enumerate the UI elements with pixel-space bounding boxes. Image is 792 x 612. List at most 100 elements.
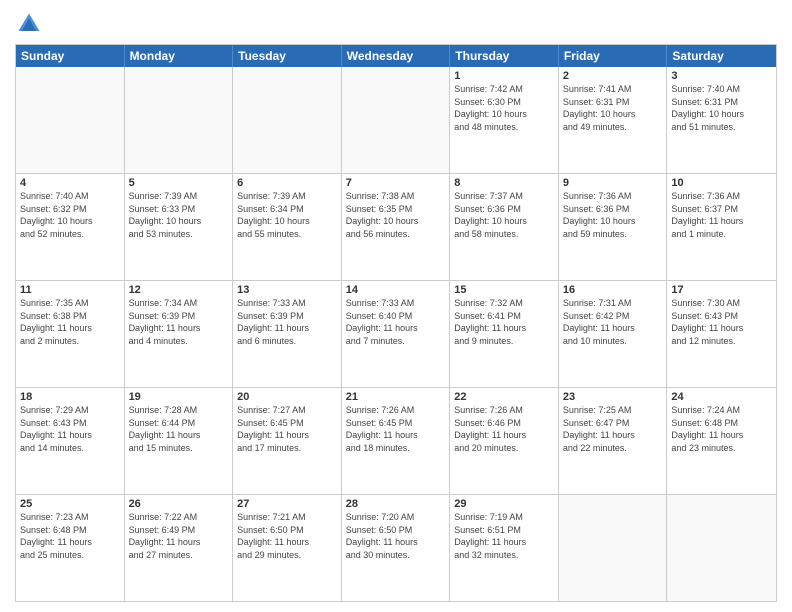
- cal-day-20: 20Sunrise: 7:27 AM Sunset: 6:45 PM Dayli…: [233, 388, 342, 494]
- day-number: 15: [454, 284, 554, 296]
- day-number: 29: [454, 498, 554, 510]
- day-info: Sunrise: 7:26 AM Sunset: 6:46 PM Dayligh…: [454, 404, 554, 454]
- day-number: 6: [237, 177, 337, 189]
- day-number: 9: [563, 177, 663, 189]
- day-info: Sunrise: 7:33 AM Sunset: 6:39 PM Dayligh…: [237, 297, 337, 347]
- cal-day-21: 21Sunrise: 7:26 AM Sunset: 6:45 PM Dayli…: [342, 388, 451, 494]
- cal-empty-0-1: [125, 67, 234, 173]
- day-info: Sunrise: 7:40 AM Sunset: 6:31 PM Dayligh…: [671, 83, 772, 133]
- day-info: Sunrise: 7:40 AM Sunset: 6:32 PM Dayligh…: [20, 190, 120, 240]
- cal-day-18: 18Sunrise: 7:29 AM Sunset: 6:43 PM Dayli…: [16, 388, 125, 494]
- header: [15, 10, 777, 38]
- day-number: 10: [671, 177, 772, 189]
- cal-header-friday: Friday: [559, 45, 668, 67]
- cal-day-2: 2Sunrise: 7:41 AM Sunset: 6:31 PM Daylig…: [559, 67, 668, 173]
- day-info: Sunrise: 7:24 AM Sunset: 6:48 PM Dayligh…: [671, 404, 772, 454]
- cal-week-0: 1Sunrise: 7:42 AM Sunset: 6:30 PM Daylig…: [16, 67, 776, 173]
- day-info: Sunrise: 7:26 AM Sunset: 6:45 PM Dayligh…: [346, 404, 446, 454]
- day-info: Sunrise: 7:23 AM Sunset: 6:48 PM Dayligh…: [20, 511, 120, 561]
- cal-day-10: 10Sunrise: 7:36 AM Sunset: 6:37 PM Dayli…: [667, 174, 776, 280]
- cal-day-27: 27Sunrise: 7:21 AM Sunset: 6:50 PM Dayli…: [233, 495, 342, 601]
- day-info: Sunrise: 7:19 AM Sunset: 6:51 PM Dayligh…: [454, 511, 554, 561]
- cal-week-2: 11Sunrise: 7:35 AM Sunset: 6:38 PM Dayli…: [16, 280, 776, 387]
- cal-day-17: 17Sunrise: 7:30 AM Sunset: 6:43 PM Dayli…: [667, 281, 776, 387]
- day-number: 28: [346, 498, 446, 510]
- day-info: Sunrise: 7:37 AM Sunset: 6:36 PM Dayligh…: [454, 190, 554, 240]
- day-info: Sunrise: 7:20 AM Sunset: 6:50 PM Dayligh…: [346, 511, 446, 561]
- cal-empty-0-3: [342, 67, 451, 173]
- day-info: Sunrise: 7:22 AM Sunset: 6:49 PM Dayligh…: [129, 511, 229, 561]
- cal-day-23: 23Sunrise: 7:25 AM Sunset: 6:47 PM Dayli…: [559, 388, 668, 494]
- day-number: 14: [346, 284, 446, 296]
- day-number: 1: [454, 70, 554, 82]
- day-info: Sunrise: 7:27 AM Sunset: 6:45 PM Dayligh…: [237, 404, 337, 454]
- cal-header-tuesday: Tuesday: [233, 45, 342, 67]
- day-info: Sunrise: 7:39 AM Sunset: 6:33 PM Dayligh…: [129, 190, 229, 240]
- cal-header-sunday: Sunday: [16, 45, 125, 67]
- day-info: Sunrise: 7:34 AM Sunset: 6:39 PM Dayligh…: [129, 297, 229, 347]
- day-number: 18: [20, 391, 120, 403]
- logo-icon: [15, 10, 43, 38]
- cal-day-29: 29Sunrise: 7:19 AM Sunset: 6:51 PM Dayli…: [450, 495, 559, 601]
- cal-week-3: 18Sunrise: 7:29 AM Sunset: 6:43 PM Dayli…: [16, 387, 776, 494]
- day-number: 11: [20, 284, 120, 296]
- cal-week-1: 4Sunrise: 7:40 AM Sunset: 6:32 PM Daylig…: [16, 173, 776, 280]
- cal-header-saturday: Saturday: [667, 45, 776, 67]
- day-info: Sunrise: 7:42 AM Sunset: 6:30 PM Dayligh…: [454, 83, 554, 133]
- cal-header-wednesday: Wednesday: [342, 45, 451, 67]
- day-info: Sunrise: 7:21 AM Sunset: 6:50 PM Dayligh…: [237, 511, 337, 561]
- day-number: 26: [129, 498, 229, 510]
- day-info: Sunrise: 7:35 AM Sunset: 6:38 PM Dayligh…: [20, 297, 120, 347]
- cal-day-24: 24Sunrise: 7:24 AM Sunset: 6:48 PM Dayli…: [667, 388, 776, 494]
- cal-day-25: 25Sunrise: 7:23 AM Sunset: 6:48 PM Dayli…: [16, 495, 125, 601]
- cal-day-11: 11Sunrise: 7:35 AM Sunset: 6:38 PM Dayli…: [16, 281, 125, 387]
- day-info: Sunrise: 7:36 AM Sunset: 6:37 PM Dayligh…: [671, 190, 772, 240]
- day-info: Sunrise: 7:25 AM Sunset: 6:47 PM Dayligh…: [563, 404, 663, 454]
- calendar-header-row: SundayMondayTuesdayWednesdayThursdayFrid…: [16, 45, 776, 67]
- day-number: 13: [237, 284, 337, 296]
- cal-day-1: 1Sunrise: 7:42 AM Sunset: 6:30 PM Daylig…: [450, 67, 559, 173]
- cal-week-4: 25Sunrise: 7:23 AM Sunset: 6:48 PM Dayli…: [16, 494, 776, 601]
- cal-header-thursday: Thursday: [450, 45, 559, 67]
- day-number: 12: [129, 284, 229, 296]
- day-number: 17: [671, 284, 772, 296]
- day-number: 7: [346, 177, 446, 189]
- cal-day-6: 6Sunrise: 7:39 AM Sunset: 6:34 PM Daylig…: [233, 174, 342, 280]
- day-info: Sunrise: 7:28 AM Sunset: 6:44 PM Dayligh…: [129, 404, 229, 454]
- day-number: 16: [563, 284, 663, 296]
- calendar-body: 1Sunrise: 7:42 AM Sunset: 6:30 PM Daylig…: [16, 67, 776, 601]
- day-info: Sunrise: 7:36 AM Sunset: 6:36 PM Dayligh…: [563, 190, 663, 240]
- cal-day-4: 4Sunrise: 7:40 AM Sunset: 6:32 PM Daylig…: [16, 174, 125, 280]
- cal-empty-0-0: [16, 67, 125, 173]
- day-number: 27: [237, 498, 337, 510]
- cal-day-9: 9Sunrise: 7:36 AM Sunset: 6:36 PM Daylig…: [559, 174, 668, 280]
- day-info: Sunrise: 7:33 AM Sunset: 6:40 PM Dayligh…: [346, 297, 446, 347]
- day-number: 8: [454, 177, 554, 189]
- day-info: Sunrise: 7:29 AM Sunset: 6:43 PM Dayligh…: [20, 404, 120, 454]
- cal-day-22: 22Sunrise: 7:26 AM Sunset: 6:46 PM Dayli…: [450, 388, 559, 494]
- day-number: 19: [129, 391, 229, 403]
- cal-day-14: 14Sunrise: 7:33 AM Sunset: 6:40 PM Dayli…: [342, 281, 451, 387]
- page: SundayMondayTuesdayWednesdayThursdayFrid…: [0, 0, 792, 612]
- day-number: 21: [346, 391, 446, 403]
- cal-day-8: 8Sunrise: 7:37 AM Sunset: 6:36 PM Daylig…: [450, 174, 559, 280]
- cal-day-13: 13Sunrise: 7:33 AM Sunset: 6:39 PM Dayli…: [233, 281, 342, 387]
- day-info: Sunrise: 7:41 AM Sunset: 6:31 PM Dayligh…: [563, 83, 663, 133]
- cal-day-5: 5Sunrise: 7:39 AM Sunset: 6:33 PM Daylig…: [125, 174, 234, 280]
- cal-day-28: 28Sunrise: 7:20 AM Sunset: 6:50 PM Dayli…: [342, 495, 451, 601]
- cal-day-16: 16Sunrise: 7:31 AM Sunset: 6:42 PM Dayli…: [559, 281, 668, 387]
- day-number: 23: [563, 391, 663, 403]
- cal-day-19: 19Sunrise: 7:28 AM Sunset: 6:44 PM Dayli…: [125, 388, 234, 494]
- logo: [15, 10, 47, 38]
- cal-day-26: 26Sunrise: 7:22 AM Sunset: 6:49 PM Dayli…: [125, 495, 234, 601]
- cal-day-7: 7Sunrise: 7:38 AM Sunset: 6:35 PM Daylig…: [342, 174, 451, 280]
- cal-day-15: 15Sunrise: 7:32 AM Sunset: 6:41 PM Dayli…: [450, 281, 559, 387]
- day-number: 2: [563, 70, 663, 82]
- cal-day-3: 3Sunrise: 7:40 AM Sunset: 6:31 PM Daylig…: [667, 67, 776, 173]
- cal-day-12: 12Sunrise: 7:34 AM Sunset: 6:39 PM Dayli…: [125, 281, 234, 387]
- day-info: Sunrise: 7:31 AM Sunset: 6:42 PM Dayligh…: [563, 297, 663, 347]
- cal-empty-0-2: [233, 67, 342, 173]
- day-number: 4: [20, 177, 120, 189]
- day-number: 5: [129, 177, 229, 189]
- day-number: 20: [237, 391, 337, 403]
